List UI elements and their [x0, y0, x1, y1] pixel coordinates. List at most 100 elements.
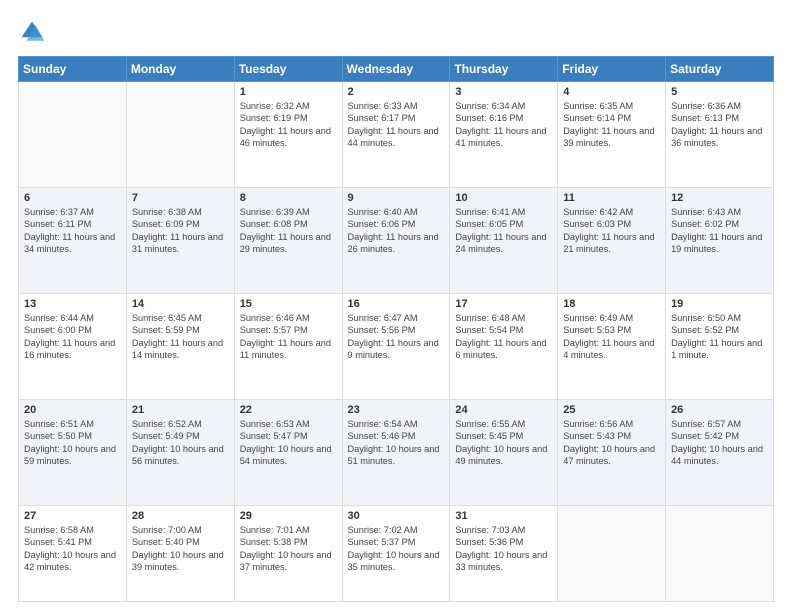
calendar-cell: 10 Sunrise: 6:41 AM Sunset: 6:05 PM Dayli…	[450, 187, 558, 293]
day-number: 20	[24, 404, 121, 416]
calendar-cell	[558, 505, 666, 601]
day-number: 2	[348, 86, 445, 98]
weekday-header: Saturday	[666, 57, 774, 82]
day-info: Sunrise: 6:45 AM Sunset: 5:59 PM Dayligh…	[132, 312, 229, 362]
calendar-cell: 16 Sunrise: 6:47 AM Sunset: 5:56 PM Dayli…	[342, 293, 450, 399]
day-info: Sunrise: 6:33 AM Sunset: 6:17 PM Dayligh…	[348, 100, 445, 150]
day-number: 21	[132, 404, 229, 416]
day-number: 28	[132, 510, 229, 522]
calendar-cell: 26Sunrise: 6:57 AM Sunset: 5:42 PM Dayli…	[666, 399, 774, 505]
day-info: Sunrise: 7:02 AM Sunset: 5:37 PM Dayligh…	[348, 524, 445, 574]
day-number: 3	[455, 86, 552, 98]
day-info: Sunrise: 6:55 AM Sunset: 5:45 PM Dayligh…	[455, 418, 552, 468]
weekday-header: Friday	[558, 57, 666, 82]
header	[18, 18, 774, 46]
day-number: 10	[455, 192, 552, 204]
day-number: 14	[132, 298, 229, 310]
day-number: 8	[240, 192, 337, 204]
page: SundayMondayTuesdayWednesdayThursdayFrid…	[0, 0, 792, 612]
calendar-cell: 4Sunrise: 6:35 AM Sunset: 6:14 PM Daylig…	[558, 82, 666, 188]
day-number: 19	[671, 298, 768, 310]
calendar-cell	[126, 82, 234, 188]
day-number: 16	[348, 298, 445, 310]
day-info: Sunrise: 6:56 AM Sunset: 5:43 PM Dayligh…	[563, 418, 660, 468]
weekday-header: Monday	[126, 57, 234, 82]
calendar-cell: 29Sunrise: 7:01 AM Sunset: 5:38 PM Dayli…	[234, 505, 342, 601]
weekday-header: Wednesday	[342, 57, 450, 82]
day-number: 18	[563, 298, 660, 310]
day-number: 7	[132, 192, 229, 204]
day-info: Sunrise: 6:42 AM Sunset: 6:03 PM Dayligh…	[563, 206, 660, 256]
calendar-cell: 12 Sunrise: 6:43 AM Sunset: 6:02 PM Dayli…	[666, 187, 774, 293]
day-number: 4	[563, 86, 660, 98]
calendar-week-row: 1 Sunrise: 6:32 AM Sunset: 6:19 PM Daylig…	[19, 82, 774, 188]
logo	[18, 18, 50, 46]
calendar-cell: 21 Sunrise: 6:52 AM Sunset: 5:49 PM Dayli…	[126, 399, 234, 505]
calendar-cell: 14 Sunrise: 6:45 AM Sunset: 5:59 PM Dayli…	[126, 293, 234, 399]
day-info: Sunrise: 6:44 AM Sunset: 6:00 PM Dayligh…	[24, 312, 121, 362]
day-info: Sunrise: 6:40 AM Sunset: 6:06 PM Dayligh…	[348, 206, 445, 256]
day-number: 11	[563, 192, 660, 204]
calendar-cell: 9 Sunrise: 6:40 AM Sunset: 6:06 PM Daylig…	[342, 187, 450, 293]
day-number: 5	[671, 86, 768, 98]
day-number: 1	[240, 86, 337, 98]
calendar-week-row: 13 Sunrise: 6:44 AM Sunset: 6:00 PM Dayli…	[19, 293, 774, 399]
logo-icon	[18, 18, 46, 46]
calendar-cell: 7 Sunrise: 6:38 AM Sunset: 6:09 PM Daylig…	[126, 187, 234, 293]
day-info: Sunrise: 6:53 AM Sunset: 5:47 PM Dayligh…	[240, 418, 337, 468]
day-number: 31	[455, 510, 552, 522]
calendar-cell: 5 Sunrise: 6:36 AM Sunset: 6:13 PM Daylig…	[666, 82, 774, 188]
calendar-cell: 19 Sunrise: 6:50 AM Sunset: 5:52 PM Dayli…	[666, 293, 774, 399]
day-info: Sunrise: 6:50 AM Sunset: 5:52 PM Dayligh…	[671, 312, 768, 362]
calendar-cell: 28 Sunrise: 7:00 AM Sunset: 5:40 PM Dayli…	[126, 505, 234, 601]
day-info: Sunrise: 6:32 AM Sunset: 6:19 PM Dayligh…	[240, 100, 337, 150]
day-info: Sunrise: 6:38 AM Sunset: 6:09 PM Dayligh…	[132, 206, 229, 256]
day-number: 25	[563, 404, 660, 416]
calendar-week-row: 6Sunrise: 6:37 AM Sunset: 6:11 PM Daylig…	[19, 187, 774, 293]
day-info: Sunrise: 6:36 AM Sunset: 6:13 PM Dayligh…	[671, 100, 768, 150]
calendar-table: SundayMondayTuesdayWednesdayThursdayFrid…	[18, 56, 774, 602]
calendar-cell: 17 Sunrise: 6:48 AM Sunset: 5:54 PM Dayli…	[450, 293, 558, 399]
calendar-cell: 2 Sunrise: 6:33 AM Sunset: 6:17 PM Daylig…	[342, 82, 450, 188]
calendar-cell: 20Sunrise: 6:51 AM Sunset: 5:50 PM Dayli…	[19, 399, 127, 505]
day-number: 13	[24, 298, 121, 310]
calendar-cell: 30 Sunrise: 7:02 AM Sunset: 5:37 PM Dayli…	[342, 505, 450, 601]
calendar-cell: 11 Sunrise: 6:42 AM Sunset: 6:03 PM Dayli…	[558, 187, 666, 293]
day-number: 15	[240, 298, 337, 310]
calendar-cell	[666, 505, 774, 601]
calendar-cell: 6Sunrise: 6:37 AM Sunset: 6:11 PM Daylig…	[19, 187, 127, 293]
calendar-header-row: SundayMondayTuesdayWednesdayThursdayFrid…	[19, 57, 774, 82]
day-number: 17	[455, 298, 552, 310]
day-info: Sunrise: 6:47 AM Sunset: 5:56 PM Dayligh…	[348, 312, 445, 362]
day-info: Sunrise: 6:41 AM Sunset: 6:05 PM Dayligh…	[455, 206, 552, 256]
calendar-cell: 27 Sunrise: 6:58 AM Sunset: 5:41 PM Dayli…	[19, 505, 127, 601]
day-number: 27	[24, 510, 121, 522]
day-number: 6	[24, 192, 121, 204]
day-info: Sunrise: 7:00 AM Sunset: 5:40 PM Dayligh…	[132, 524, 229, 574]
day-number: 9	[348, 192, 445, 204]
day-info: Sunrise: 6:39 AM Sunset: 6:08 PM Dayligh…	[240, 206, 337, 256]
day-number: 12	[671, 192, 768, 204]
day-info: Sunrise: 6:46 AM Sunset: 5:57 PM Dayligh…	[240, 312, 337, 362]
day-info: Sunrise: 7:03 AM Sunset: 5:36 PM Dayligh…	[455, 524, 552, 574]
weekday-header: Sunday	[19, 57, 127, 82]
calendar-cell: 24Sunrise: 6:55 AM Sunset: 5:45 PM Dayli…	[450, 399, 558, 505]
day-info: Sunrise: 6:58 AM Sunset: 5:41 PM Dayligh…	[24, 524, 121, 574]
day-info: Sunrise: 6:52 AM Sunset: 5:49 PM Dayligh…	[132, 418, 229, 468]
calendar-cell: 18 Sunrise: 6:49 AM Sunset: 5:53 PM Dayli…	[558, 293, 666, 399]
day-info: Sunrise: 6:57 AM Sunset: 5:42 PM Dayligh…	[671, 418, 768, 468]
calendar-cell: 13 Sunrise: 6:44 AM Sunset: 6:00 PM Dayli…	[19, 293, 127, 399]
day-number: 29	[240, 510, 337, 522]
calendar-cell: 3Sunrise: 6:34 AM Sunset: 6:16 PM Daylig…	[450, 82, 558, 188]
calendar-cell: 25 Sunrise: 6:56 AM Sunset: 5:43 PM Dayli…	[558, 399, 666, 505]
calendar-cell: 23Sunrise: 6:54 AM Sunset: 5:46 PM Dayli…	[342, 399, 450, 505]
day-info: Sunrise: 6:43 AM Sunset: 6:02 PM Dayligh…	[671, 206, 768, 256]
day-info: Sunrise: 6:49 AM Sunset: 5:53 PM Dayligh…	[563, 312, 660, 362]
weekday-header: Thursday	[450, 57, 558, 82]
calendar-week-row: 20Sunrise: 6:51 AM Sunset: 5:50 PM Dayli…	[19, 399, 774, 505]
day-number: 30	[348, 510, 445, 522]
calendar-week-row: 27 Sunrise: 6:58 AM Sunset: 5:41 PM Dayli…	[19, 505, 774, 601]
calendar-cell	[19, 82, 127, 188]
day-info: Sunrise: 6:48 AM Sunset: 5:54 PM Dayligh…	[455, 312, 552, 362]
calendar-cell: 22Sunrise: 6:53 AM Sunset: 5:47 PM Dayli…	[234, 399, 342, 505]
